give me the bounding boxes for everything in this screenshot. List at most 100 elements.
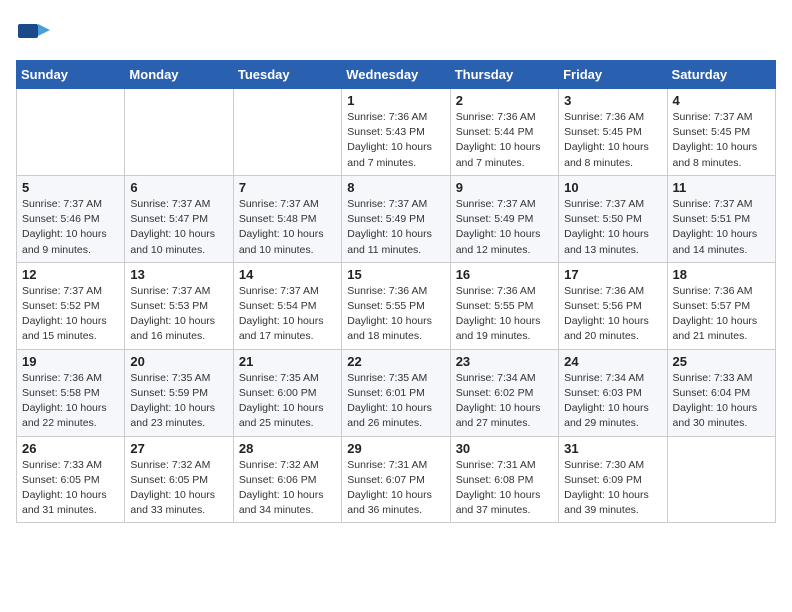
day-info: Sunrise: 7:34 AM Sunset: 6:03 PM Dayligh… [564, 371, 661, 432]
day-info: Sunrise: 7:37 AM Sunset: 5:51 PM Dayligh… [673, 197, 770, 258]
day-number: 30 [456, 441, 553, 456]
day-cell: 14Sunrise: 7:37 AM Sunset: 5:54 PM Dayli… [233, 262, 341, 349]
day-cell: 4 Sunrise: 7:37 AM Sunset: 5:45 PM Daylig… [667, 89, 775, 176]
calendar-container: SundayMondayTuesdayWednesdayThursdayFrid… [0, 0, 792, 533]
day-cell: 11 Sunrise: 7:37 AM Sunset: 5:51 PM Dayli… [667, 175, 775, 262]
week-row-1: 1 Sunrise: 7:36 AM Sunset: 5:43 PM Daylig… [17, 89, 776, 176]
weekday-header-row: SundayMondayTuesdayWednesdayThursdayFrid… [17, 61, 776, 89]
day-number: 9 [456, 180, 553, 195]
day-info: Sunrise: 7:36 AM Sunset: 5:56 PM Dayligh… [564, 284, 661, 345]
day-info: Sunrise: 7:37 AM Sunset: 5:50 PM Dayligh… [564, 197, 661, 258]
day-info: Sunrise: 7:37 AM Sunset: 5:49 PM Dayligh… [347, 197, 444, 258]
day-cell: 18 Sunrise: 7:36 AM Sunset: 5:57 PM Dayli… [667, 262, 775, 349]
day-cell [17, 89, 125, 176]
day-number: 10 [564, 180, 661, 195]
day-info: Sunrise: 7:36 AM Sunset: 5:43 PM Dayligh… [347, 110, 444, 171]
day-cell: 8 Sunrise: 7:37 AM Sunset: 5:49 PM Daylig… [342, 175, 450, 262]
day-info: Sunrise: 7:35 AM Sunset: 6:01 PM Dayligh… [347, 371, 444, 432]
day-cell: 7 Sunrise: 7:37 AM Sunset: 5:48 PM Daylig… [233, 175, 341, 262]
week-row-5: 26Sunrise: 7:33 AM Sunset: 6:05 PM Dayli… [17, 436, 776, 523]
day-info: Sunrise: 7:34 AM Sunset: 6:02 PM Dayligh… [456, 371, 553, 432]
day-cell: 2 Sunrise: 7:36 AM Sunset: 5:44 PM Daylig… [450, 89, 558, 176]
day-number: 23 [456, 354, 553, 369]
day-cell: 16 Sunrise: 7:36 AM Sunset: 5:55 PM Dayli… [450, 262, 558, 349]
day-info: Sunrise: 7:37 AM Sunset: 5:45 PM Dayligh… [673, 110, 770, 171]
day-number: 24 [564, 354, 661, 369]
day-cell: 5Sunrise: 7:37 AM Sunset: 5:46 PM Daylig… [17, 175, 125, 262]
weekday-header-friday: Friday [559, 61, 667, 89]
day-number: 2 [456, 93, 553, 108]
day-number: 1 [347, 93, 444, 108]
day-number: 7 [239, 180, 336, 195]
day-cell: 13 Sunrise: 7:37 AM Sunset: 5:53 PM Dayli… [125, 262, 233, 349]
day-info: Sunrise: 7:35 AM Sunset: 6:00 PM Dayligh… [239, 371, 336, 432]
day-number: 27 [130, 441, 227, 456]
day-number: 18 [673, 267, 770, 282]
day-number: 21 [239, 354, 336, 369]
day-info: Sunrise: 7:30 AM Sunset: 6:09 PM Dayligh… [564, 458, 661, 519]
day-info: Sunrise: 7:31 AM Sunset: 6:08 PM Dayligh… [456, 458, 553, 519]
day-cell: 17 Sunrise: 7:36 AM Sunset: 5:56 PM Dayli… [559, 262, 667, 349]
day-info: Sunrise: 7:36 AM Sunset: 5:55 PM Dayligh… [347, 284, 444, 345]
day-cell: 28 Sunrise: 7:32 AM Sunset: 6:06 PM Dayli… [233, 436, 341, 523]
day-info: Sunrise: 7:37 AM Sunset: 5:48 PM Dayligh… [239, 197, 336, 258]
day-info: Sunrise: 7:37 AM Sunset: 5:54 PM Dayligh… [239, 284, 336, 345]
day-number: 11 [673, 180, 770, 195]
weekday-header-thursday: Thursday [450, 61, 558, 89]
day-info: Sunrise: 7:33 AM Sunset: 6:05 PM Dayligh… [22, 458, 119, 519]
day-number: 19 [22, 354, 119, 369]
day-cell [233, 89, 341, 176]
day-number: 13 [130, 267, 227, 282]
day-cell: 21 Sunrise: 7:35 AM Sunset: 6:00 PM Dayli… [233, 349, 341, 436]
day-number: 25 [673, 354, 770, 369]
day-cell: 27 Sunrise: 7:32 AM Sunset: 6:05 PM Dayli… [125, 436, 233, 523]
day-cell: 20 Sunrise: 7:35 AM Sunset: 5:59 PM Dayli… [125, 349, 233, 436]
day-cell: 30 Sunrise: 7:31 AM Sunset: 6:08 PM Dayli… [450, 436, 558, 523]
day-info: Sunrise: 7:36 AM Sunset: 5:58 PM Dayligh… [22, 371, 119, 432]
day-number: 15 [347, 267, 444, 282]
day-number: 28 [239, 441, 336, 456]
day-info: Sunrise: 7:36 AM Sunset: 5:57 PM Dayligh… [673, 284, 770, 345]
day-number: 5 [22, 180, 119, 195]
day-info: Sunrise: 7:36 AM Sunset: 5:55 PM Dayligh… [456, 284, 553, 345]
day-cell: 29 Sunrise: 7:31 AM Sunset: 6:07 PM Dayli… [342, 436, 450, 523]
day-cell: 3Sunrise: 7:36 AM Sunset: 5:45 PM Daylig… [559, 89, 667, 176]
day-info: Sunrise: 7:37 AM Sunset: 5:53 PM Dayligh… [130, 284, 227, 345]
day-number: 8 [347, 180, 444, 195]
weekday-header-monday: Monday [125, 61, 233, 89]
day-number: 16 [456, 267, 553, 282]
day-cell: 1 Sunrise: 7:36 AM Sunset: 5:43 PM Daylig… [342, 89, 450, 176]
logo [16, 16, 52, 50]
day-cell: 6Sunrise: 7:37 AM Sunset: 5:47 PM Daylig… [125, 175, 233, 262]
day-cell: 31 Sunrise: 7:30 AM Sunset: 6:09 PM Dayli… [559, 436, 667, 523]
day-info: Sunrise: 7:31 AM Sunset: 6:07 PM Dayligh… [347, 458, 444, 519]
day-info: Sunrise: 7:35 AM Sunset: 5:59 PM Dayligh… [130, 371, 227, 432]
day-number: 17 [564, 267, 661, 282]
day-cell: 12 Sunrise: 7:37 AM Sunset: 5:52 PM Dayli… [17, 262, 125, 349]
day-info: Sunrise: 7:37 AM Sunset: 5:49 PM Dayligh… [456, 197, 553, 258]
day-info: Sunrise: 7:32 AM Sunset: 6:06 PM Dayligh… [239, 458, 336, 519]
day-info: Sunrise: 7:36 AM Sunset: 5:45 PM Dayligh… [564, 110, 661, 171]
day-cell: 26Sunrise: 7:33 AM Sunset: 6:05 PM Dayli… [17, 436, 125, 523]
day-cell: 25 Sunrise: 7:33 AM Sunset: 6:04 PM Dayli… [667, 349, 775, 436]
day-number: 22 [347, 354, 444, 369]
day-number: 12 [22, 267, 119, 282]
week-row-4: 19 Sunrise: 7:36 AM Sunset: 5:58 PM Dayli… [17, 349, 776, 436]
day-cell: 19 Sunrise: 7:36 AM Sunset: 5:58 PM Dayli… [17, 349, 125, 436]
day-cell: 15 Sunrise: 7:36 AM Sunset: 5:55 PM Dayli… [342, 262, 450, 349]
day-info: Sunrise: 7:32 AM Sunset: 6:05 PM Dayligh… [130, 458, 227, 519]
day-info: Sunrise: 7:36 AM Sunset: 5:44 PM Dayligh… [456, 110, 553, 171]
day-cell [667, 436, 775, 523]
weekday-header-saturday: Saturday [667, 61, 775, 89]
week-row-2: 5Sunrise: 7:37 AM Sunset: 5:46 PM Daylig… [17, 175, 776, 262]
day-number: 29 [347, 441, 444, 456]
day-cell: 22 Sunrise: 7:35 AM Sunset: 6:01 PM Dayli… [342, 349, 450, 436]
day-number: 4 [673, 93, 770, 108]
day-number: 20 [130, 354, 227, 369]
day-number: 31 [564, 441, 661, 456]
logo-icon [16, 16, 50, 50]
day-cell: 10 Sunrise: 7:37 AM Sunset: 5:50 PM Dayli… [559, 175, 667, 262]
day-info: Sunrise: 7:37 AM Sunset: 5:52 PM Dayligh… [22, 284, 119, 345]
day-info: Sunrise: 7:33 AM Sunset: 6:04 PM Dayligh… [673, 371, 770, 432]
weekday-header-tuesday: Tuesday [233, 61, 341, 89]
